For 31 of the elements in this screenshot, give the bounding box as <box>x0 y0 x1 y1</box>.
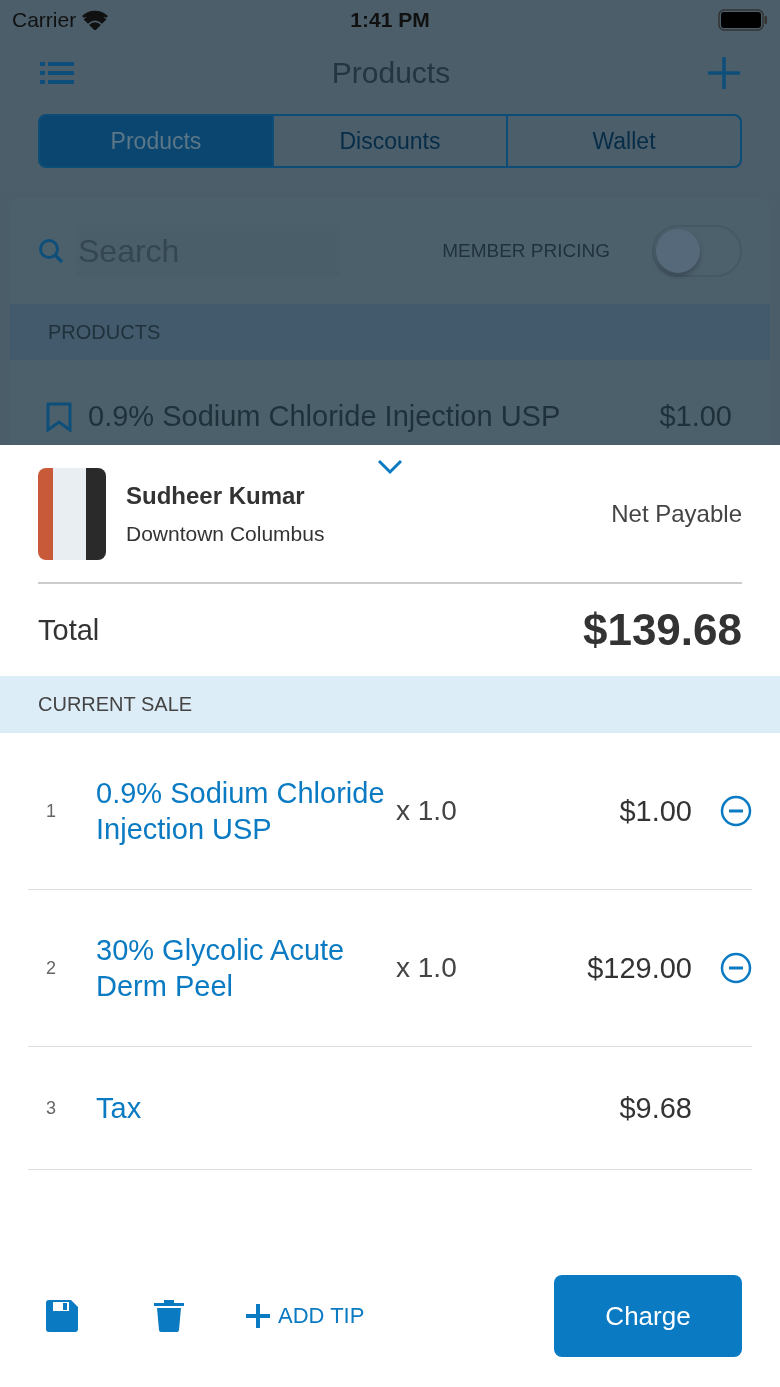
total-label: Total <box>38 613 100 647</box>
chevron-down-icon[interactable] <box>377 459 403 475</box>
wifi-icon <box>82 10 109 30</box>
line-number: 2 <box>45 957 57 979</box>
item-amount: $9.68 <box>618 1091 692 1125</box>
battery-icon <box>718 9 768 31</box>
item-quantity: x 1.0 <box>396 952 458 984</box>
item-name[interactable]: 30% Glycolic Acute Derm Peel <box>96 932 396 1004</box>
carrier-label: Carrier <box>12 8 77 32</box>
trash-icon[interactable] <box>154 1300 184 1332</box>
plus-icon <box>246 1304 270 1328</box>
search-icon <box>38 238 64 264</box>
item-quantity: x 1.0 <box>396 795 458 827</box>
member-pricing-toggle[interactable] <box>652 225 742 277</box>
charge-button[interactable]: Charge <box>554 1275 742 1357</box>
customer-name: Sudheer Kumar <box>126 481 306 510</box>
net-payable-label: Net Payable <box>611 499 742 528</box>
line-number: 3 <box>45 1097 57 1119</box>
item-name[interactable]: Tax <box>96 1090 396 1126</box>
save-icon[interactable] <box>46 1300 78 1332</box>
customer-location: Downtown Columbus <box>126 521 326 546</box>
item-name[interactable]: 0.9% Sodium Chloride Injection USP <box>96 775 396 847</box>
item-amount: $1.00 <box>618 794 692 828</box>
status-time: 1:41 PM <box>349 8 431 32</box>
total-amount: $139.68 <box>582 605 742 655</box>
remove-icon[interactable] <box>720 795 752 827</box>
remove-icon[interactable] <box>720 952 752 984</box>
item-amount: $129.00 <box>586 951 692 985</box>
line-number: 1 <box>45 800 57 822</box>
add-tip-button[interactable]: ADD TIP <box>246 1303 365 1329</box>
section-header: CURRENT SALE <box>38 693 193 716</box>
